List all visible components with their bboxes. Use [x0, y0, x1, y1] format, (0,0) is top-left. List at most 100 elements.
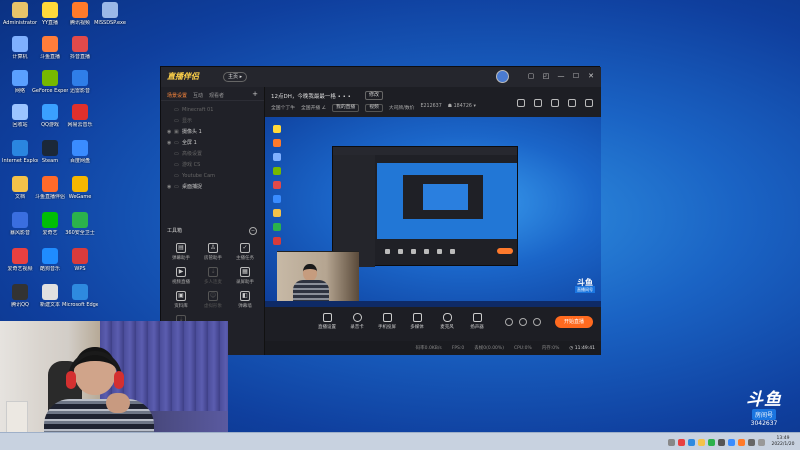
desktop-icon[interactable]: 迅雷影音 [62, 70, 98, 94]
tool-item[interactable]: ▶ 视频直播 [165, 267, 197, 285]
room-edit-button[interactable]: 修改 [365, 91, 384, 100]
tab-viewers[interactable]: 观看者 [209, 92, 224, 99]
tool-item[interactable]: ▤ 弹幕助手 [165, 243, 197, 261]
scene-item[interactable]: ▭ Minecraft 01 [161, 104, 264, 115]
scene-item[interactable]: ◉ ▭ 桌面捕捉 [161, 181, 264, 192]
home-button[interactable]: 主页 ▸ [223, 72, 248, 82]
tray-icon[interactable] [758, 438, 765, 446]
app-icon [12, 104, 28, 120]
tab-interaction[interactable]: 互动 [193, 92, 203, 99]
lock-icon[interactable] [534, 99, 542, 107]
live-settings-button[interactable]: 直播设置 [315, 313, 339, 330]
camera-button[interactable]: 录音卡 [345, 313, 369, 330]
preview-app-icon [273, 209, 281, 217]
tool-item[interactable]: ▣ 资料库 [165, 291, 197, 309]
tool-item[interactable]: ✓ 主播任务 [229, 243, 261, 261]
visibility-icon[interactable]: ◉ [167, 140, 174, 146]
tray-icon[interactable] [718, 438, 725, 446]
tool-icon: ◧ [240, 291, 250, 301]
room-number-label: 房间号 [751, 409, 776, 420]
scene-item[interactable]: ◉ ▣ 摄像头 1 [161, 126, 264, 137]
scene-item[interactable]: ▭ Youtube Cam [161, 170, 264, 181]
desktop-icon[interactable]: 百度网盘 [62, 140, 98, 164]
stream-preview[interactable]: 斗鱼 直播间号 [265, 117, 601, 307]
room-meta-item[interactable]: 视频 [365, 104, 383, 112]
scene-item[interactable]: ▭ 显示 [161, 115, 264, 126]
app-icon [42, 104, 58, 120]
visibility-icon[interactable]: ◉ [167, 184, 174, 190]
record-icon[interactable] [505, 318, 513, 326]
gear-icon[interactable] [533, 318, 541, 326]
tool-item[interactable]: ♙ 房管助手 [197, 243, 229, 261]
tools-collapse-icon[interactable]: − [249, 227, 257, 235]
app-icon [12, 248, 28, 264]
minimize-icon[interactable]: — [557, 72, 565, 80]
tray-icon[interactable] [728, 438, 735, 446]
tray-icon[interactable] [748, 438, 755, 446]
tool-item[interactable]: ⇣ 多人连麦 [197, 267, 229, 285]
app-icon [72, 104, 88, 120]
settings-icon[interactable]: ◰ [542, 72, 550, 80]
taskbar-clock[interactable]: 13:49 2022/1/20 [768, 436, 798, 448]
preview-app-icon [273, 167, 281, 175]
desktop-icon[interactable]: 抖音直播 [62, 36, 98, 60]
status-fps: FPS:0 [451, 345, 465, 351]
tool-item[interactable]: ◧ 弹幕墙 [229, 291, 261, 309]
scene-name: 高级设置 [182, 151, 203, 157]
add-scene-icon[interactable]: + [252, 91, 258, 98]
desktop-icon-label: 360安全卫士 [65, 230, 95, 236]
close-icon[interactable]: ✕ [587, 72, 595, 80]
desktop-icon[interactable]: WeGame [62, 176, 98, 200]
desktop-icon[interactable]: MISSDSP.exe [92, 2, 128, 26]
scene-item[interactable]: ▭ 游戏 CS [161, 159, 264, 170]
room-meta-item[interactable]: 我的直播 [332, 104, 360, 112]
microphone-button[interactable]: 麦克风 [435, 313, 459, 330]
tool-label: 虚拟形象 [204, 304, 222, 309]
tray-icon[interactable] [708, 438, 715, 446]
app-icon [42, 284, 58, 300]
scene-item[interactable]: ▭ 高级设置 [161, 148, 264, 159]
gift-icon[interactable] [551, 99, 559, 107]
skin-icon[interactable]: ▢ [527, 72, 535, 80]
tool-icon: ✓ [240, 243, 250, 253]
tool-label: 多人连麦 [204, 280, 222, 285]
desktop-icon[interactable]: 网易云音乐 [62, 104, 98, 128]
scene-name: 游戏 CS [182, 162, 201, 168]
scene-name: 桌面捕捉 [182, 184, 203, 190]
tray-icon[interactable] [668, 438, 675, 446]
desktop-icon-label: 抖音直播 [69, 54, 90, 60]
tray-icon[interactable] [738, 438, 745, 446]
tool-label: 录屏助手 [236, 280, 254, 285]
tool-item[interactable]: ▦ 录屏助手 [229, 267, 261, 285]
layout-icon[interactable] [517, 99, 525, 107]
room-meta-item: 大司牌/数价 [388, 106, 415, 111]
app-icon [12, 140, 28, 156]
user-avatar[interactable] [496, 70, 509, 83]
eye-icon[interactable] [519, 318, 527, 326]
tab-scene-settings[interactable]: 场景设置 [167, 92, 187, 99]
tray-icon[interactable] [698, 438, 705, 446]
tool-item[interactable]: ☺ 虚拟形象 [197, 291, 229, 309]
visibility-icon[interactable]: ◉ [167, 129, 174, 135]
desktop-icon[interactable]: WPS [62, 248, 98, 272]
source-type-icon: ▭ [174, 183, 179, 190]
media-button[interactable]: 多媒体 [405, 313, 429, 330]
phone-cast-button[interactable]: 手机投屏 [375, 313, 399, 330]
start-live-button[interactable]: 开始直播 [555, 316, 593, 328]
desktop-icon[interactable]: 360安全卫士 [62, 212, 98, 236]
app-icon [42, 248, 58, 264]
speaker-button[interactable]: 扬声器 [465, 313, 489, 330]
bell-icon[interactable] [568, 99, 576, 107]
share-icon[interactable] [585, 99, 593, 107]
tray-icon[interactable] [688, 438, 695, 446]
desktop-icon[interactable]: Microsoft Edge [62, 284, 98, 308]
app-icon [72, 284, 88, 300]
preview-app-icon [273, 125, 281, 133]
maximize-icon[interactable]: ☐ [572, 72, 580, 80]
tray-icon[interactable] [678, 438, 685, 446]
scene-item[interactable]: ◉ ▭ 全屏 1 [161, 137, 264, 148]
preview-app-icon [273, 153, 281, 161]
status-dropped-frames: 丢帧0(0.00%) [474, 346, 504, 351]
app-icon [12, 212, 28, 228]
control-bar: 直播设置 录音卡 手机投屏 多媒体 麦克风 扬声器 开始直播 [265, 307, 601, 341]
